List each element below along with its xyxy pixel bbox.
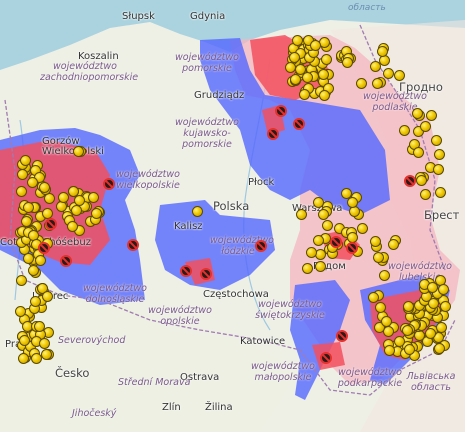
confirmed-case-marker[interactable] bbox=[180, 265, 192, 277]
confirmed-case-marker[interactable] bbox=[255, 240, 267, 252]
confirmed-case-marker[interactable] bbox=[404, 175, 416, 187]
region-label-pomorskie: województwo pomorskie bbox=[175, 52, 239, 74]
outbreak-marker[interactable] bbox=[27, 265, 39, 277]
outbreak-marker[interactable] bbox=[427, 297, 439, 309]
outbreak-marker[interactable] bbox=[288, 51, 300, 63]
outbreak-marker[interactable] bbox=[27, 176, 39, 188]
map-view[interactable]: область Гродно Брест Polska Česko Львівс… bbox=[0, 0, 465, 432]
outbreak-marker[interactable] bbox=[371, 77, 383, 89]
outbreak-marker[interactable] bbox=[321, 220, 333, 232]
region-label-severovychod: Severovýchod bbox=[58, 335, 126, 346]
outbreak-marker[interactable] bbox=[313, 196, 325, 208]
city-label-zlin: Zlín bbox=[162, 402, 181, 413]
outbreak-marker[interactable] bbox=[436, 321, 448, 333]
sea-label: область bbox=[348, 3, 386, 13]
region-label-zachodniopomorskie: województwo zachodniopomorskie bbox=[40, 61, 139, 83]
outbreak-marker[interactable] bbox=[42, 290, 54, 302]
region-label-swietokrzyskie: województwo świętokrzyskie bbox=[255, 299, 325, 321]
outbreak-marker[interactable] bbox=[375, 301, 387, 313]
outbreak-marker[interactable] bbox=[381, 315, 393, 327]
outbreak-marker[interactable] bbox=[29, 295, 41, 307]
outbreak-marker[interactable] bbox=[433, 342, 445, 354]
city-label-slupsk: Słupsk bbox=[122, 11, 155, 22]
outbreak-marker[interactable] bbox=[318, 89, 330, 101]
region-label-stredni-morava: Střední Morava bbox=[118, 377, 191, 388]
country-label-brest: Брест bbox=[424, 208, 460, 222]
outbreak-marker[interactable] bbox=[291, 35, 303, 47]
outbreak-marker[interactable] bbox=[20, 215, 32, 227]
outbreak-marker[interactable] bbox=[317, 68, 329, 80]
outbreak-marker[interactable] bbox=[23, 252, 35, 264]
outbreak-marker[interactable] bbox=[420, 188, 432, 200]
confirmed-case-marker[interactable] bbox=[103, 178, 115, 190]
outbreak-marker[interactable] bbox=[355, 77, 367, 89]
confirmed-case-marker[interactable] bbox=[330, 236, 342, 248]
outbreak-marker[interactable] bbox=[434, 186, 446, 198]
confirmed-case-marker[interactable] bbox=[267, 128, 279, 140]
outbreak-marker[interactable] bbox=[296, 208, 307, 220]
confirmed-case-marker[interactable] bbox=[200, 268, 212, 280]
outbreak-marker[interactable] bbox=[383, 345, 395, 357]
outbreak-marker[interactable] bbox=[399, 124, 411, 136]
outbreak-marker[interactable] bbox=[285, 61, 296, 73]
region-label-dolnoslaskie: województwo dolnośląskie bbox=[83, 283, 147, 305]
outbreak-marker[interactable] bbox=[298, 88, 310, 100]
outbreak-marker[interactable] bbox=[34, 320, 46, 332]
city-label-gdynia: Gdynia bbox=[190, 11, 226, 22]
outbreak-marker[interactable] bbox=[433, 149, 445, 160]
outbreak-marker[interactable] bbox=[382, 68, 394, 80]
city-label-plock: Płock bbox=[248, 177, 275, 188]
outbreak-marker[interactable] bbox=[90, 207, 102, 219]
outbreak-marker[interactable] bbox=[38, 182, 50, 194]
outbreak-marker[interactable] bbox=[415, 174, 427, 186]
outbreak-marker[interactable] bbox=[402, 301, 414, 313]
confirmed-case-marker[interactable] bbox=[45, 218, 57, 230]
outbreak-marker[interactable] bbox=[437, 283, 449, 295]
confirmed-case-marker[interactable] bbox=[293, 118, 305, 130]
country-label-cesko: Česko bbox=[55, 366, 90, 380]
confirmed-case-marker[interactable] bbox=[346, 242, 358, 254]
outbreak-marker[interactable] bbox=[312, 235, 324, 247]
region-label-jihocesky: Jihočeský bbox=[72, 408, 117, 419]
outbreak-marker[interactable] bbox=[439, 300, 451, 312]
confirmed-case-marker[interactable] bbox=[320, 352, 332, 364]
region-label-opolskie: województwo opolskie bbox=[148, 305, 212, 327]
outbreak-marker[interactable] bbox=[376, 45, 388, 57]
outbreak-marker[interactable] bbox=[18, 334, 30, 346]
region-label-podkarpackie: województwo podkarpackie bbox=[337, 367, 403, 389]
confirmed-case-marker[interactable] bbox=[38, 242, 50, 254]
outbreak-marker[interactable] bbox=[401, 324, 413, 336]
outbreak-marker[interactable] bbox=[342, 56, 354, 68]
outbreak-marker[interactable] bbox=[426, 281, 438, 293]
city-label-zilina: Žilina bbox=[205, 402, 233, 413]
outbreak-marker[interactable] bbox=[40, 348, 52, 360]
outbreak-marker[interactable] bbox=[305, 247, 317, 259]
outbreak-marker[interactable] bbox=[378, 269, 390, 281]
confirmed-case-marker[interactable] bbox=[275, 105, 287, 117]
country-label-polska: Polska bbox=[213, 199, 250, 213]
outbreak-marker[interactable] bbox=[369, 61, 381, 73]
outbreak-marker[interactable] bbox=[320, 53, 332, 65]
confirmed-case-marker[interactable] bbox=[60, 255, 72, 267]
outbreak-marker[interactable] bbox=[357, 222, 369, 234]
outbreak-marker[interactable] bbox=[15, 185, 27, 197]
outbreak-marker[interactable] bbox=[73, 145, 85, 157]
outbreak-marker[interactable] bbox=[430, 135, 442, 147]
confirmed-case-marker[interactable] bbox=[127, 239, 139, 251]
outbreak-marker[interactable] bbox=[419, 120, 431, 132]
confirmed-case-marker[interactable] bbox=[336, 330, 348, 342]
region-label-wielkopolskie: województwo wielkopolskie bbox=[116, 169, 180, 191]
region-label-malopolskie: województwo małopolskie bbox=[251, 361, 315, 383]
outbreak-marker[interactable] bbox=[314, 261, 326, 273]
region-label-kujawsko-pomorskie: województwo kujawsko-pomorskie bbox=[175, 117, 239, 150]
outbreak-marker[interactable] bbox=[17, 353, 29, 365]
outbreak-marker[interactable] bbox=[34, 254, 46, 266]
outbreak-marker[interactable] bbox=[318, 208, 329, 220]
city-label-katowice: Katowice bbox=[240, 336, 286, 347]
city-label-kalisz: Kalisz bbox=[174, 221, 203, 232]
outbreak-marker[interactable] bbox=[38, 337, 50, 349]
outbreak-marker[interactable] bbox=[15, 275, 27, 287]
city-label-grudziadz: Grudziądz bbox=[194, 90, 245, 101]
